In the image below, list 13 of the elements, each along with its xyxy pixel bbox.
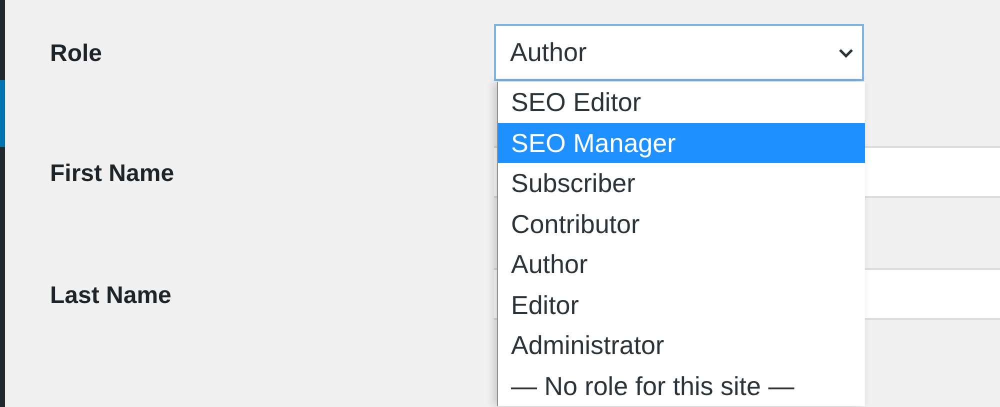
- active-menu-indicator: [0, 80, 5, 147]
- chevron-down-icon: [838, 48, 854, 58]
- role-select[interactable]: Author: [494, 24, 864, 81]
- dropdown-option[interactable]: SEO Editor: [498, 82, 865, 122]
- field-label: Last Name: [50, 281, 172, 310]
- field-label: First Name: [50, 159, 176, 188]
- dropdown-option[interactable]: Editor: [498, 284, 865, 325]
- dropdown-option[interactable]: Contributor: [498, 204, 865, 244]
- dropdown-option[interactable]: Subscriber: [498, 163, 865, 204]
- dropdown-option[interactable]: Author: [498, 244, 865, 284]
- dropdown-option[interactable]: — No role for this site —: [498, 366, 865, 406]
- dropdown-option[interactable]: Administrator: [498, 325, 865, 366]
- field-label: Role: [50, 39, 104, 68]
